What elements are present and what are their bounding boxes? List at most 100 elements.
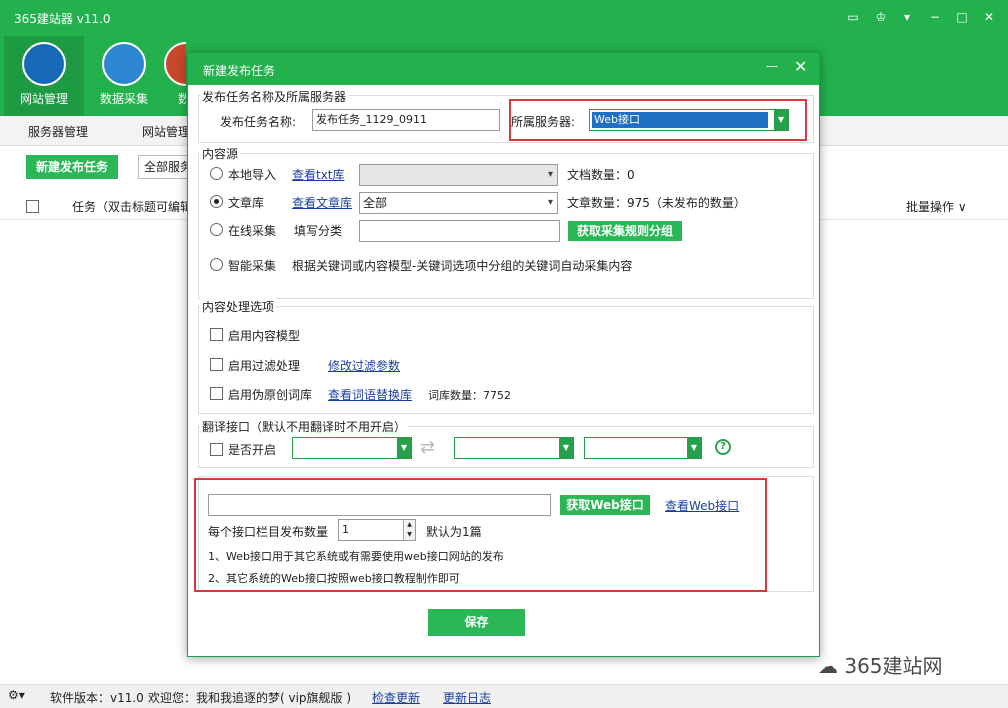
batch-ops-label: 批量操作 (906, 200, 955, 214)
local-import-label: 本地导入 (228, 168, 277, 182)
help-icon[interactable]: ? (715, 439, 731, 455)
txt-select[interactable]: ▾ (359, 164, 558, 186)
monitor-icon (22, 42, 66, 86)
radio-article-lib[interactable] (210, 195, 223, 208)
web-api-url-input[interactable] (208, 494, 551, 516)
tab-server-management[interactable]: 服务器管理 (28, 123, 88, 140)
toolbar-label: 网站管理 (19, 92, 68, 106)
changelog-link[interactable]: 更新日志 (443, 689, 491, 706)
article-select[interactable]: 全部 ▾ (359, 192, 558, 214)
dialog-minimize-icon[interactable]: — (766, 59, 778, 73)
task-column-header: 任务（双击标题可编辑 (72, 200, 193, 214)
view-article-link[interactable]: 查看文章库 (292, 194, 352, 211)
content-source-legend: 内容源 (200, 145, 241, 162)
data-icon (164, 42, 186, 86)
server-label: 所属服务器: (511, 115, 576, 129)
online-collect-label: 在线采集 (228, 224, 277, 238)
maximize-icon[interactable]: □ (953, 8, 971, 26)
view-txt-link[interactable]: 查看txt库 (292, 166, 345, 183)
edit-filter-link[interactable]: 修改过滤参数 (328, 357, 400, 374)
server-select[interactable]: Web接口 ▼ (589, 109, 789, 131)
translate-engine-select[interactable]: ▼ (292, 437, 412, 459)
toolbar-data-collection[interactable]: 数据采集 (84, 36, 164, 116)
get-rule-group-button[interactable]: 获取采集规则分组 (568, 221, 682, 241)
enable-filter-label: 启用过滤处理 (228, 359, 301, 373)
title-bar: 365建站器 v11.0 ▭ ♔ ▾ − □ ✕ (0, 0, 1008, 36)
chevron-down-icon: ▼ (559, 438, 573, 458)
server-filter-select[interactable]: 全部服务 (138, 155, 192, 179)
app-title: 365建站器 v11.0 (14, 12, 111, 26)
settings-icon[interactable]: ⚙▾ (8, 688, 25, 702)
globe-icon (102, 42, 146, 86)
task-name-legend: 发布任务名称及所属服务器 (200, 88, 349, 105)
watermark-text: 365建站网 (844, 654, 943, 678)
fill-category-label: 填写分类 (294, 224, 343, 238)
new-task-button[interactable]: 新建发布任务 (26, 155, 118, 179)
lexicon-count: 词库数量：7752 (428, 389, 511, 402)
chevron-down-icon: ▾ (547, 197, 553, 208)
radio-smart-collect[interactable] (210, 258, 223, 271)
web-api-note-2: 2、其它系统的Web接口按照web接口教程制作即可 (208, 572, 460, 585)
stepper-arrows-icon[interactable]: ▲ ▼ (403, 520, 415, 540)
article-lib-label: 文章库 (228, 196, 265, 210)
translate-enable-checkbox[interactable] (210, 443, 223, 456)
dialog-close-icon[interactable]: ✕ (794, 57, 807, 76)
skin-icon[interactable]: ♔ (872, 8, 890, 26)
chevron-down-icon: ∨ (957, 200, 967, 214)
smart-collect-desc: 根据关键词或内容模型-关键词选项中分组的关键词自动采集内容 (292, 259, 633, 273)
minimize-icon[interactable]: − (926, 8, 944, 26)
radio-local-import[interactable] (210, 167, 223, 180)
version-text: 软件版本：v11.0 (50, 691, 144, 705)
menu-icon[interactable]: ▾ (898, 8, 916, 26)
enable-model-checkbox[interactable] (210, 328, 223, 341)
select-all-checkbox[interactable] (26, 200, 39, 213)
chevron-down-icon: ▼ (397, 438, 411, 458)
doc-count: 文档数量：0 (567, 168, 635, 182)
radio-online-collect[interactable] (210, 223, 223, 236)
task-name-input[interactable]: 发布任务_1129_0911 (312, 109, 500, 131)
enable-pseudo-label: 启用伪原创词库 (228, 388, 313, 402)
translate-legend: 翻译接口（默认不用翻译时不用开启） (200, 418, 409, 435)
chevron-down-icon: ▼ (774, 110, 788, 130)
close-icon[interactable]: ✕ (980, 8, 998, 26)
new-task-dialog: 新建发布任务 — ✕ 发布任务名称及所属服务器 发布任务名称: 发布任务_112… (187, 52, 820, 657)
check-update-link[interactable]: 检查更新 (372, 689, 420, 706)
target-language-select[interactable]: ▼ (584, 437, 702, 459)
task-name-label: 发布任务名称: (220, 115, 297, 129)
message-icon[interactable]: ▭ (844, 8, 862, 26)
processing-legend: 内容处理选项 (200, 298, 277, 315)
smart-collect-label: 智能采集 (228, 259, 277, 273)
batch-ops-dropdown[interactable]: 批量操作 ∨ (906, 198, 967, 215)
per-column-stepper[interactable]: 1 ▲ ▼ (338, 519, 416, 541)
enable-model-label: 启用内容模型 (228, 329, 301, 343)
tab-website-management[interactable]: 网站管理 (142, 123, 190, 140)
article-count: 文章数量：975（未发布的数量） (567, 196, 746, 210)
web-api-note-1: 1、Web接口用于其它系统或有需要使用web接口网站的发布 (208, 550, 504, 563)
dialog-title: 新建发布任务 (203, 64, 276, 78)
per-column-value: 1 (342, 523, 349, 536)
category-input[interactable] (359, 220, 560, 242)
view-synonym-link[interactable]: 查看词语替换库 (328, 386, 412, 403)
chevron-down-icon: ▼ (687, 438, 701, 458)
dialog-title-bar: 新建发布任务 — ✕ (188, 53, 819, 85)
enable-pseudo-checkbox[interactable] (210, 387, 223, 400)
swap-icon[interactable]: ⇄ (420, 437, 435, 458)
article-select-value: 全部 (363, 196, 388, 210)
toolbar-data[interactable]: 数 (164, 36, 186, 116)
source-language-select[interactable]: ▼ (454, 437, 574, 459)
welcome-text: 欢迎您：我和我追逐的梦( vip旗舰版 ) (148, 691, 352, 705)
save-button[interactable]: 保存 (428, 609, 525, 636)
chevron-down-icon: ▾ (547, 169, 553, 180)
status-bar: ⚙▾ 软件版本：v11.0 欢迎您：我和我追逐的梦( vip旗舰版 ) 检查更新… (0, 684, 1008, 708)
get-web-api-button[interactable]: 获取Web接口 (560, 495, 650, 515)
default-note: 默认为1篇 (426, 525, 482, 539)
view-web-api-link[interactable]: 查看Web接口 (665, 497, 739, 514)
translate-enable-label: 是否开启 (228, 443, 277, 457)
enable-filter-checkbox[interactable] (210, 358, 223, 371)
toolbar-label: 数 (178, 92, 186, 106)
per-column-label: 每个接口栏目发布数量 (208, 525, 329, 539)
toolbar-website-management[interactable]: 网站管理 (4, 36, 84, 116)
wechat-icon: ☁ (818, 654, 838, 678)
server-select-value: Web接口 (592, 112, 768, 128)
toolbar-label: 数据采集 (99, 92, 148, 106)
